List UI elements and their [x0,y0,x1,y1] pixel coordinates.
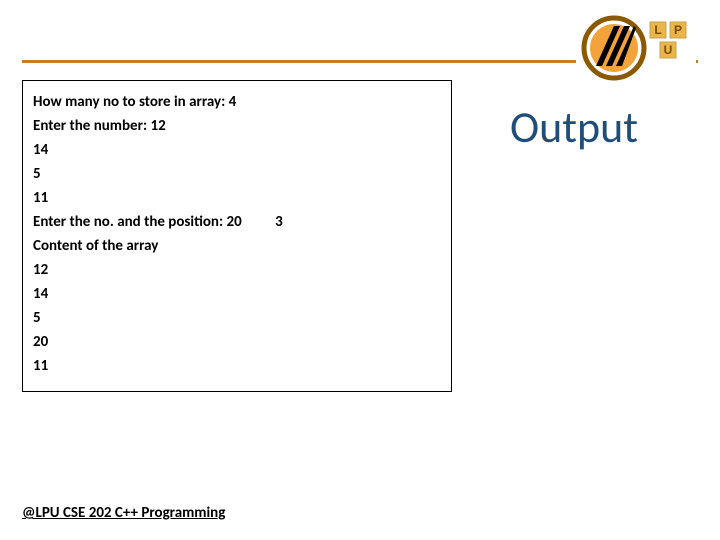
console-line: How many no to store in array: 4 [33,93,441,111]
console-text: Enter the no. and the position: 20 [33,213,242,231]
console-line: 11 [33,189,441,207]
console-line: 14 [33,285,441,303]
console-line: 14 [33,141,441,159]
console-line: Enter the number: 12 [33,117,441,135]
console-line: 5 [33,309,441,327]
svg-text:U: U [664,43,673,57]
console-output-box: How many no to store in array: 4 Enter t… [22,80,452,392]
console-line: Content of the array [33,237,441,255]
lpu-logo: L P U [576,8,696,88]
console-line: Enter the no. and the position: 20 3 [33,213,441,231]
console-line: 12 [33,261,441,279]
console-line: 11 [33,357,441,375]
footer-text: @LPU CSE 202 C++ Programming [22,504,225,522]
console-text: 3 [275,213,283,231]
svg-text:P: P [674,23,682,37]
slide-heading: Output [510,100,638,154]
console-line: 20 [33,333,441,351]
console-line: 5 [33,165,441,183]
svg-text:L: L [654,23,661,37]
